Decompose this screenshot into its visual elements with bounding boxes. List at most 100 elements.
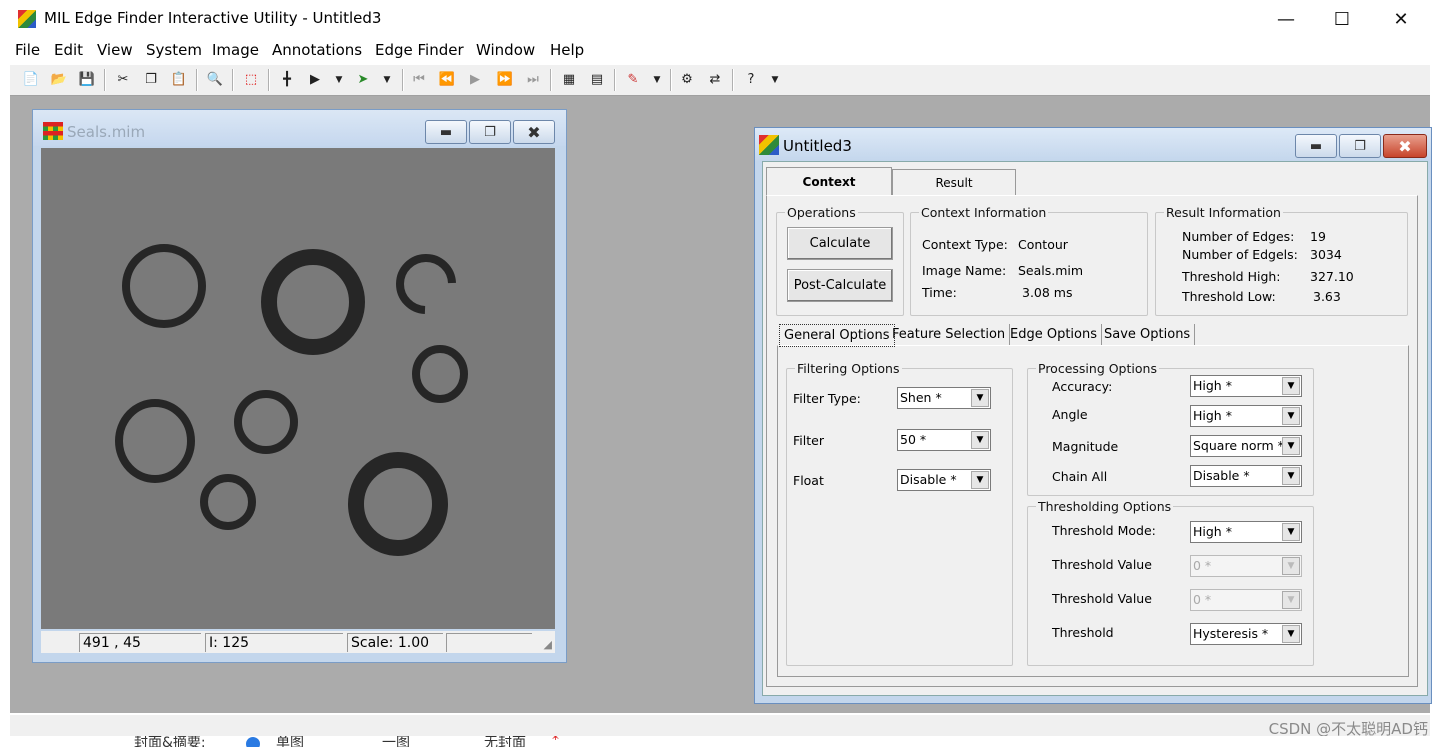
operations-title: Operations	[785, 205, 858, 220]
save-icon[interactable]: 💾	[78, 71, 96, 89]
post-calculate-button[interactable]: Post-Calculate	[787, 269, 893, 302]
play-icon[interactable]: ▶	[466, 71, 484, 89]
image-window[interactable]: Seals.mim ▬ ❐ ✖ 491 , 45 I: 125 Scale: 1…	[32, 109, 567, 663]
new-file-icon[interactable]: 📄	[22, 71, 40, 89]
tab-general-options[interactable]: General Options	[779, 324, 895, 347]
open-folder-icon[interactable]: 📂	[50, 71, 68, 89]
copy-icon[interactable]: ❐	[142, 71, 160, 89]
threshold-value: Hysteresis *	[1193, 626, 1269, 641]
chevron-down-icon[interactable]: ▼	[971, 389, 989, 407]
draw-dropdown-icon[interactable]: ▼	[648, 71, 666, 89]
context-type-value: Contour	[1018, 237, 1068, 252]
time-value: 3.08 ms	[1022, 285, 1073, 300]
chevron-down-icon[interactable]: ▼	[1282, 437, 1300, 455]
tab-edge-options[interactable]: Edge Options	[1006, 324, 1103, 345]
zoom-icon[interactable]: 🔍	[206, 71, 224, 89]
dialog-icon	[759, 135, 779, 155]
image-close-button[interactable]: ✖	[513, 120, 555, 144]
edges-value: 19	[1310, 229, 1326, 244]
bg-text: *	[552, 736, 559, 747]
accuracy-select[interactable]: High * ▼	[1190, 375, 1302, 397]
step-icon[interactable]: ➤	[354, 71, 372, 89]
first-frame-icon[interactable]: ⏮	[410, 71, 428, 89]
chain-all-value: Disable *	[1193, 468, 1250, 483]
image-name-value: Seals.mim	[1018, 263, 1084, 278]
cut-icon[interactable]: ✂	[114, 71, 132, 89]
menu-edit[interactable]: Edit	[54, 41, 83, 59]
filter-select[interactable]: 50 * ▼	[897, 429, 991, 451]
help-dropdown-icon[interactable]: ▼	[766, 71, 784, 89]
prev-frame-icon[interactable]: ⏪	[438, 71, 456, 89]
chevron-down-icon[interactable]: ▼	[1282, 377, 1300, 395]
float-select[interactable]: Disable * ▼	[897, 469, 991, 491]
chevron-down-icon[interactable]: ▼	[1282, 467, 1300, 485]
maximize-button[interactable]: ☐	[1313, 0, 1371, 38]
chevron-down-icon[interactable]: ▼	[1282, 407, 1300, 425]
bg-text: 无封面	[484, 736, 526, 747]
threshold-label: Threshold	[1052, 625, 1114, 640]
draw-icon[interactable]: ✎	[624, 71, 642, 89]
menu-help[interactable]: Help	[550, 41, 584, 59]
resize-grip-icon[interactable]: ◢	[544, 638, 552, 651]
grid-icon[interactable]: ▦	[560, 71, 578, 89]
menu-view[interactable]: View	[97, 41, 133, 59]
next-frame-icon[interactable]: ⏩	[496, 71, 514, 89]
threshold-value-select-1: 0 * ▼	[1190, 555, 1302, 577]
run-icon[interactable]: ▶	[306, 71, 324, 89]
magnitude-select[interactable]: Square norm * ▼	[1190, 435, 1302, 457]
image-status-bar: 491 , 45 I: 125 Scale: 1.00 ◢	[41, 631, 555, 653]
image-restore-button[interactable]: ❐	[469, 120, 511, 144]
chevron-down-icon[interactable]: ▼	[1282, 625, 1300, 643]
tab-save-options[interactable]: Save Options	[1100, 324, 1196, 345]
dialog-minimize-button[interactable]: ▬	[1295, 134, 1337, 158]
cursor-coords: 491 , 45	[79, 633, 201, 652]
paste-icon[interactable]: 📋	[170, 71, 188, 89]
help-icon[interactable]: ?	[742, 71, 760, 89]
menu-system[interactable]: System	[146, 41, 202, 59]
image-name-label: Image Name:	[922, 263, 1007, 278]
minimize-button[interactable]: —	[1257, 0, 1315, 38]
chain-all-label: Chain All	[1052, 469, 1108, 484]
time-label: Time:	[922, 285, 957, 300]
chevron-down-icon[interactable]: ▼	[1282, 523, 1300, 541]
context-info-title: Context Information	[919, 205, 1049, 220]
angle-select[interactable]: High * ▼	[1190, 405, 1302, 427]
image-window-icon	[43, 122, 63, 140]
select-region-icon[interactable]: ⬚	[242, 71, 260, 89]
menu-file[interactable]: File	[15, 41, 40, 59]
edge-tool-icon[interactable]: ╋	[278, 71, 296, 89]
close-button[interactable]: ✕	[1372, 0, 1430, 38]
menu-window[interactable]: Window	[476, 41, 535, 59]
chevron-down-icon[interactable]: ▼	[971, 471, 989, 489]
last-frame-icon[interactable]: ⏭	[524, 71, 542, 89]
image-minimize-button[interactable]: ▬	[425, 120, 467, 144]
sync-icon[interactable]: ⇄	[706, 71, 724, 89]
step-dropdown-icon[interactable]: ▼	[378, 71, 396, 89]
chevron-down-icon: ▼	[1282, 591, 1300, 609]
pixel-intensity: I: 125	[205, 633, 343, 652]
float-value: Disable *	[900, 472, 957, 487]
threshold-select[interactable]: Hysteresis * ▼	[1190, 623, 1302, 645]
threshold-mode-select[interactable]: High * ▼	[1190, 521, 1302, 543]
properties-icon[interactable]: ▤	[588, 71, 606, 89]
seals-image[interactable]	[41, 148, 555, 629]
bg-text: 封面&摘要:	[134, 736, 206, 747]
tab-feature-selection[interactable]: Feature Selection	[888, 324, 1011, 345]
app-icon	[18, 10, 36, 28]
tab-context[interactable]: Context	[766, 167, 892, 196]
calculate-button[interactable]: Calculate	[787, 227, 893, 260]
filter-value: 50 *	[900, 432, 927, 447]
dialog-restore-button[interactable]: ❐	[1339, 134, 1381, 158]
angle-label: Angle	[1052, 407, 1088, 422]
chevron-down-icon[interactable]: ▼	[971, 431, 989, 449]
toolbar: 📄 📂 💾 ✂ ❐ 📋 🔍 ⬚ ╋ ▶ ▼ ➤ ▼ ⏮ ⏪ ▶ ⏩ ⏭ ▦ ▤ …	[10, 64, 1430, 96]
chain-all-select[interactable]: Disable * ▼	[1190, 465, 1302, 487]
menu-edge-finder[interactable]: Edge Finder	[375, 41, 464, 59]
run-dropdown-icon[interactable]: ▼	[330, 71, 348, 89]
filter-type-select[interactable]: Shen * ▼	[897, 387, 991, 409]
settings-icon[interactable]: ⚙	[678, 71, 696, 89]
menu-annotations[interactable]: Annotations	[272, 41, 362, 59]
tab-result[interactable]: Result	[892, 169, 1016, 195]
menu-image[interactable]: Image	[212, 41, 259, 59]
dialog-close-button[interactable]: ✖	[1383, 134, 1427, 158]
